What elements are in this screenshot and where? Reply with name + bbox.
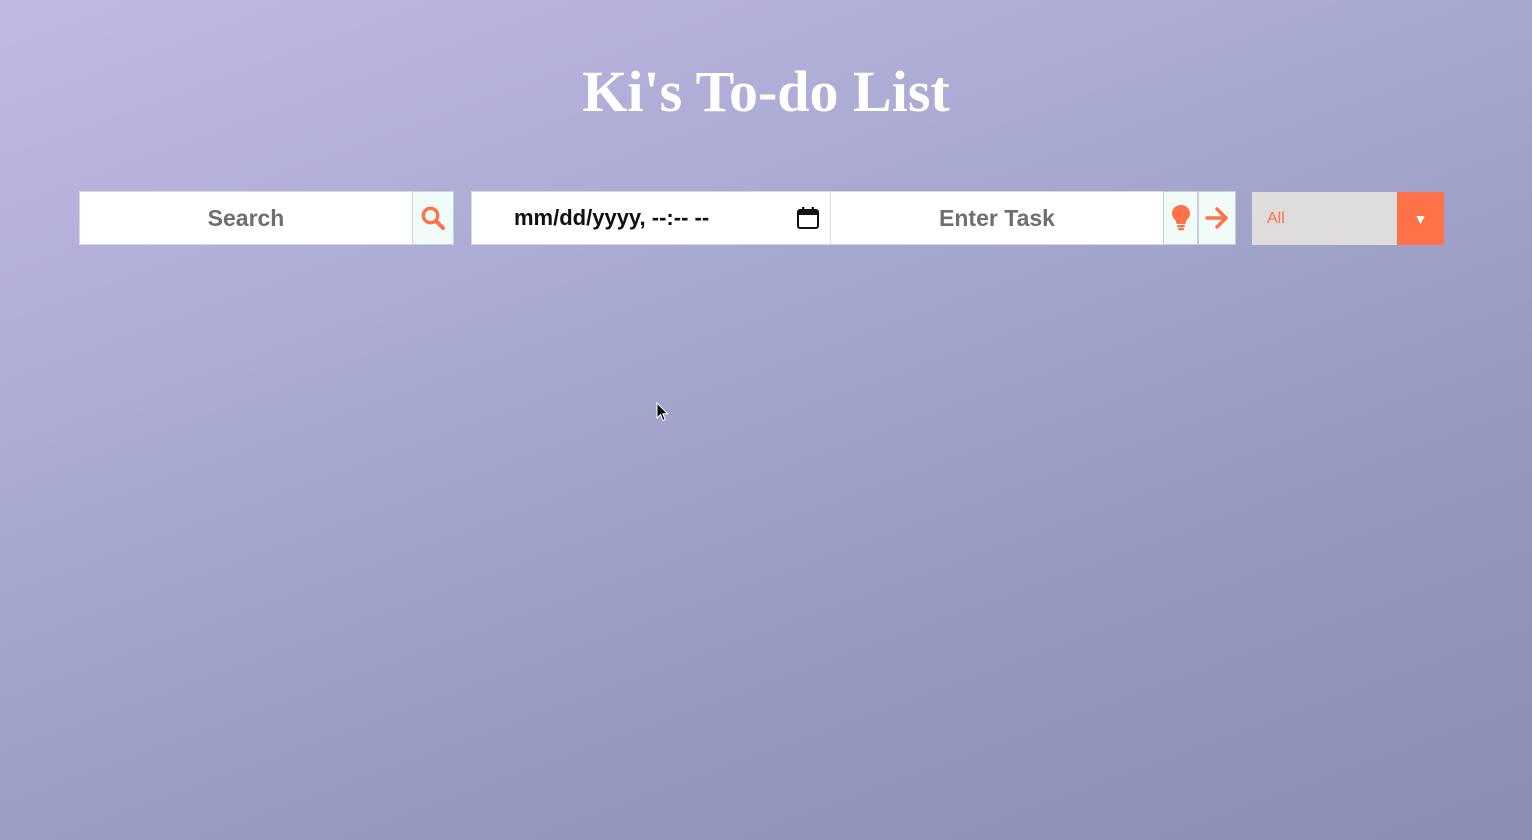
page-title: Ki's To-do List <box>582 59 950 124</box>
datetime-input[interactable]: mm/dd/yyyy, --:-- -- <box>471 191 831 245</box>
filter-select[interactable]: All ▼ <box>1252 192 1444 245</box>
arrow-right-icon <box>1205 207 1228 229</box>
search-button[interactable] <box>412 191 454 245</box>
search-icon <box>421 206 445 230</box>
calendar-icon[interactable] <box>788 206 828 230</box>
mouse-cursor-icon <box>656 402 669 422</box>
datetime-placeholder: mm/dd/yyyy, --:-- -- <box>514 205 710 230</box>
suggest-task-button[interactable] <box>1163 191 1198 245</box>
filter-selected-value: All <box>1267 209 1285 227</box>
search-placeholder: Search <box>207 204 285 231</box>
add-task-button[interactable] <box>1198 191 1236 245</box>
chevron-down-icon[interactable]: ▼ <box>1397 192 1444 245</box>
lightbulb-icon <box>1171 205 1190 231</box>
search-input[interactable]: Search <box>79 191 413 245</box>
task-input[interactable]: Enter Task <box>830 191 1164 245</box>
todo-toolbar: Search mm/dd/yyyy, --:-- -- Enter Task A… <box>79 191 1445 245</box>
task-placeholder: Enter Task <box>939 204 1055 231</box>
